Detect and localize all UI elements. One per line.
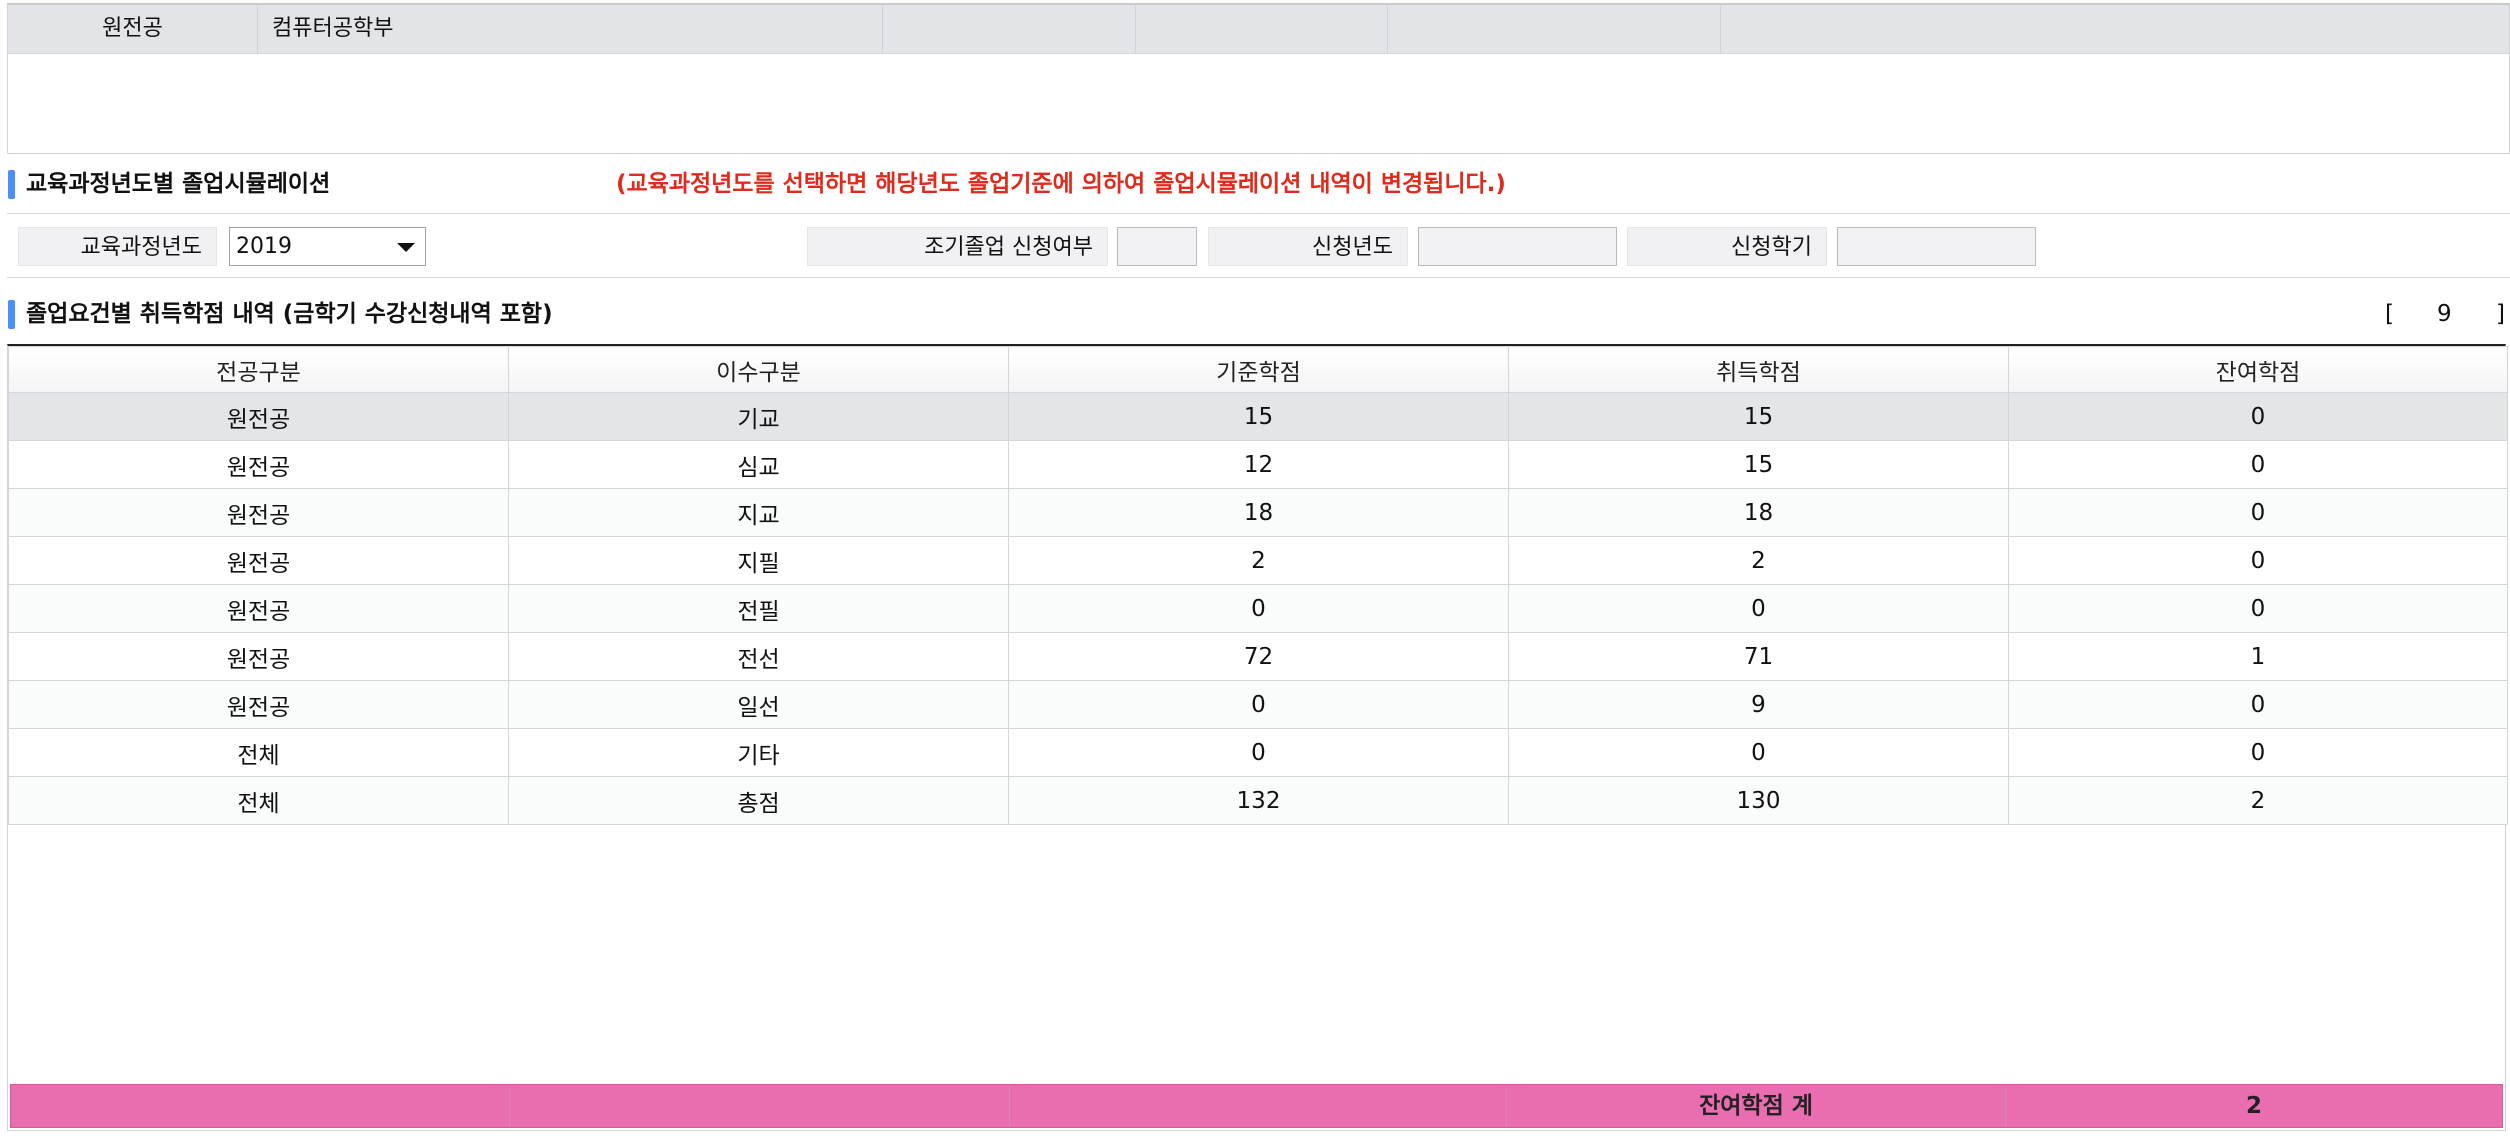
curriculum-year-label: 교육과정년도 xyxy=(18,227,217,266)
footer-remaining-total-value: 2 xyxy=(2245,1093,2262,1119)
cell-course-type: 일선 xyxy=(508,680,1009,729)
cell-earned-credits: 0 xyxy=(1508,584,2009,633)
column-header-earned-credits[interactable]: 취득학점 xyxy=(1508,346,2009,393)
cell-required-credits: 12 xyxy=(1008,440,1509,489)
cell-course-type: 지필 xyxy=(508,536,1009,585)
top-grid-cell-empty xyxy=(1388,5,1721,54)
summary-footer-row: 잔여학점 계 2 xyxy=(10,1084,2503,1128)
footer-remaining-total-label: 잔여학점 계 xyxy=(1507,1085,2006,1127)
cell-earned-credits: 2 xyxy=(1508,536,2009,585)
simulation-section-title: 교육과정년도별 졸업시뮬레이션 xyxy=(26,171,331,197)
cell-earned-credits: 15 xyxy=(1508,440,2009,489)
chevron-down-icon[interactable] xyxy=(397,243,415,252)
cell-major-type: 원전공 xyxy=(8,392,509,441)
table-row[interactable]: 원전공 지교 18 18 0 xyxy=(8,488,2508,537)
section-marker xyxy=(8,170,15,199)
cell-major-type: 전체 xyxy=(8,776,509,825)
cell-major-type: 원전공 xyxy=(8,440,509,489)
cell-earned-credits: 130 xyxy=(1508,776,2009,825)
apply-year-label: 신청년도 xyxy=(1208,227,1408,266)
table-row[interactable]: 전체 총점 132 130 2 xyxy=(8,776,2508,825)
cell-required-credits: 18 xyxy=(1008,488,1509,537)
curriculum-year-select[interactable]: 2019 xyxy=(229,227,426,266)
cell-remaining-credits: 0 xyxy=(2008,536,2508,585)
cell-remaining-credits: 0 xyxy=(2008,584,2508,633)
table-row[interactable]: 원전공 전필 0 0 0 xyxy=(8,584,2508,633)
cell-earned-credits: 0 xyxy=(1508,728,2009,777)
cell-remaining-credits: 0 xyxy=(2008,392,2508,441)
page-bracket-open: [ xyxy=(2385,301,2394,327)
cell-major-type: 전체 xyxy=(8,728,509,777)
cell-course-type: 심교 xyxy=(508,440,1009,489)
column-header-required-credits[interactable]: 기준학점 xyxy=(1008,346,1509,393)
top-grid-cell-empty xyxy=(1136,5,1388,54)
footer-cell-empty xyxy=(11,1085,510,1127)
footer-cell-empty xyxy=(1010,1085,1507,1127)
cell-course-type: 기교 xyxy=(508,392,1009,441)
table-row[interactable]: 원전공 지필 2 2 0 xyxy=(8,536,2508,585)
top-grid-row[interactable]: 원전공 컴퓨터공학부 xyxy=(8,5,2509,54)
cell-required-credits: 0 xyxy=(1008,584,1509,633)
apply-term-field[interactable] xyxy=(1837,227,2036,266)
cell-earned-credits: 15 xyxy=(1508,392,2009,441)
cell-course-type: 기타 xyxy=(508,728,1009,777)
cell-major-type: 원전공 xyxy=(8,632,509,681)
early-graduation-field[interactable] xyxy=(1117,227,1197,266)
cell-course-type: 총점 xyxy=(508,776,1009,825)
top-grid-cell-major-type: 원전공 xyxy=(8,5,258,54)
cell-remaining-credits: 0 xyxy=(2008,728,2508,777)
page-bracket-close: ] xyxy=(2496,301,2505,327)
table-row[interactable]: 원전공 심교 12 15 0 xyxy=(8,440,2508,489)
table-row[interactable]: 원전공 기교 15 15 0 xyxy=(8,392,2508,441)
credits-section-title: 졸업요건별 취득학점 내역 (금학기 수강신청내역 포함) xyxy=(26,301,553,327)
top-grid-cell-empty xyxy=(883,5,1136,54)
top-grid: 원전공 컴퓨터공학부 xyxy=(7,3,2510,154)
page-count: 9 xyxy=(2437,301,2452,327)
top-grid-cell-empty xyxy=(1721,5,2509,54)
column-header-course-type[interactable]: 이수구분 xyxy=(508,346,1009,393)
credits-table-wrapper: 전공구분 이수구분 기준학점 취득학점 잔여학점 원전공 기교 15 15 0 … xyxy=(7,344,2508,1131)
cell-earned-credits: 18 xyxy=(1508,488,2009,537)
filter-bar: 교육과정년도 2019 조기졸업 신청여부 신청년도 신청학기 xyxy=(7,213,2510,278)
cell-major-type: 원전공 xyxy=(8,536,509,585)
cell-course-type: 전선 xyxy=(508,632,1009,681)
apply-term-label: 신청학기 xyxy=(1627,227,1827,266)
curriculum-year-value: 2019 xyxy=(236,234,292,259)
cell-remaining-credits: 0 xyxy=(2008,680,2508,729)
cell-remaining-credits: 0 xyxy=(2008,488,2508,537)
credits-table: 전공구분 이수구분 기준학점 취득학점 잔여학점 원전공 기교 15 15 0 … xyxy=(8,346,2508,825)
cell-major-type: 원전공 xyxy=(8,584,509,633)
table-row[interactable]: 원전공 전선 72 71 1 xyxy=(8,632,2508,681)
cell-required-credits: 15 xyxy=(1008,392,1509,441)
footer-cell-empty xyxy=(510,1085,1010,1127)
column-header-remaining-credits[interactable]: 잔여학점 xyxy=(2008,346,2508,393)
section-marker xyxy=(8,300,15,329)
cell-remaining-credits: 2 xyxy=(2008,776,2508,825)
table-row[interactable]: 원전공 일선 0 9 0 xyxy=(8,680,2508,729)
simulation-notice: (교육과정년도를 선택하면 해당년도 졸업기준에 의하여 졸업시뮬레이션 내역이… xyxy=(616,171,1506,197)
column-header-major-type[interactable]: 전공구분 xyxy=(8,346,509,393)
cell-required-credits: 0 xyxy=(1008,680,1509,729)
apply-year-field[interactable] xyxy=(1418,227,1617,266)
cell-required-credits: 72 xyxy=(1008,632,1509,681)
table-header-row: 전공구분 이수구분 기준학점 취득학점 잔여학점 xyxy=(8,346,2508,393)
top-grid-cell-department: 컴퓨터공학부 xyxy=(258,5,883,54)
cell-earned-credits: 9 xyxy=(1508,680,2009,729)
cell-earned-credits: 71 xyxy=(1508,632,2009,681)
cell-course-type: 전필 xyxy=(508,584,1009,633)
early-graduation-label: 조기졸업 신청여부 xyxy=(807,227,1108,266)
cell-course-type: 지교 xyxy=(508,488,1009,537)
cell-remaining-credits: 0 xyxy=(2008,440,2508,489)
cell-major-type: 원전공 xyxy=(8,488,509,537)
cell-remaining-credits: 1 xyxy=(2008,632,2508,681)
cell-major-type: 원전공 xyxy=(8,680,509,729)
table-row[interactable]: 전체 기타 0 0 0 xyxy=(8,728,2508,777)
cell-required-credits: 132 xyxy=(1008,776,1509,825)
cell-required-credits: 2 xyxy=(1008,536,1509,585)
cell-required-credits: 0 xyxy=(1008,728,1509,777)
